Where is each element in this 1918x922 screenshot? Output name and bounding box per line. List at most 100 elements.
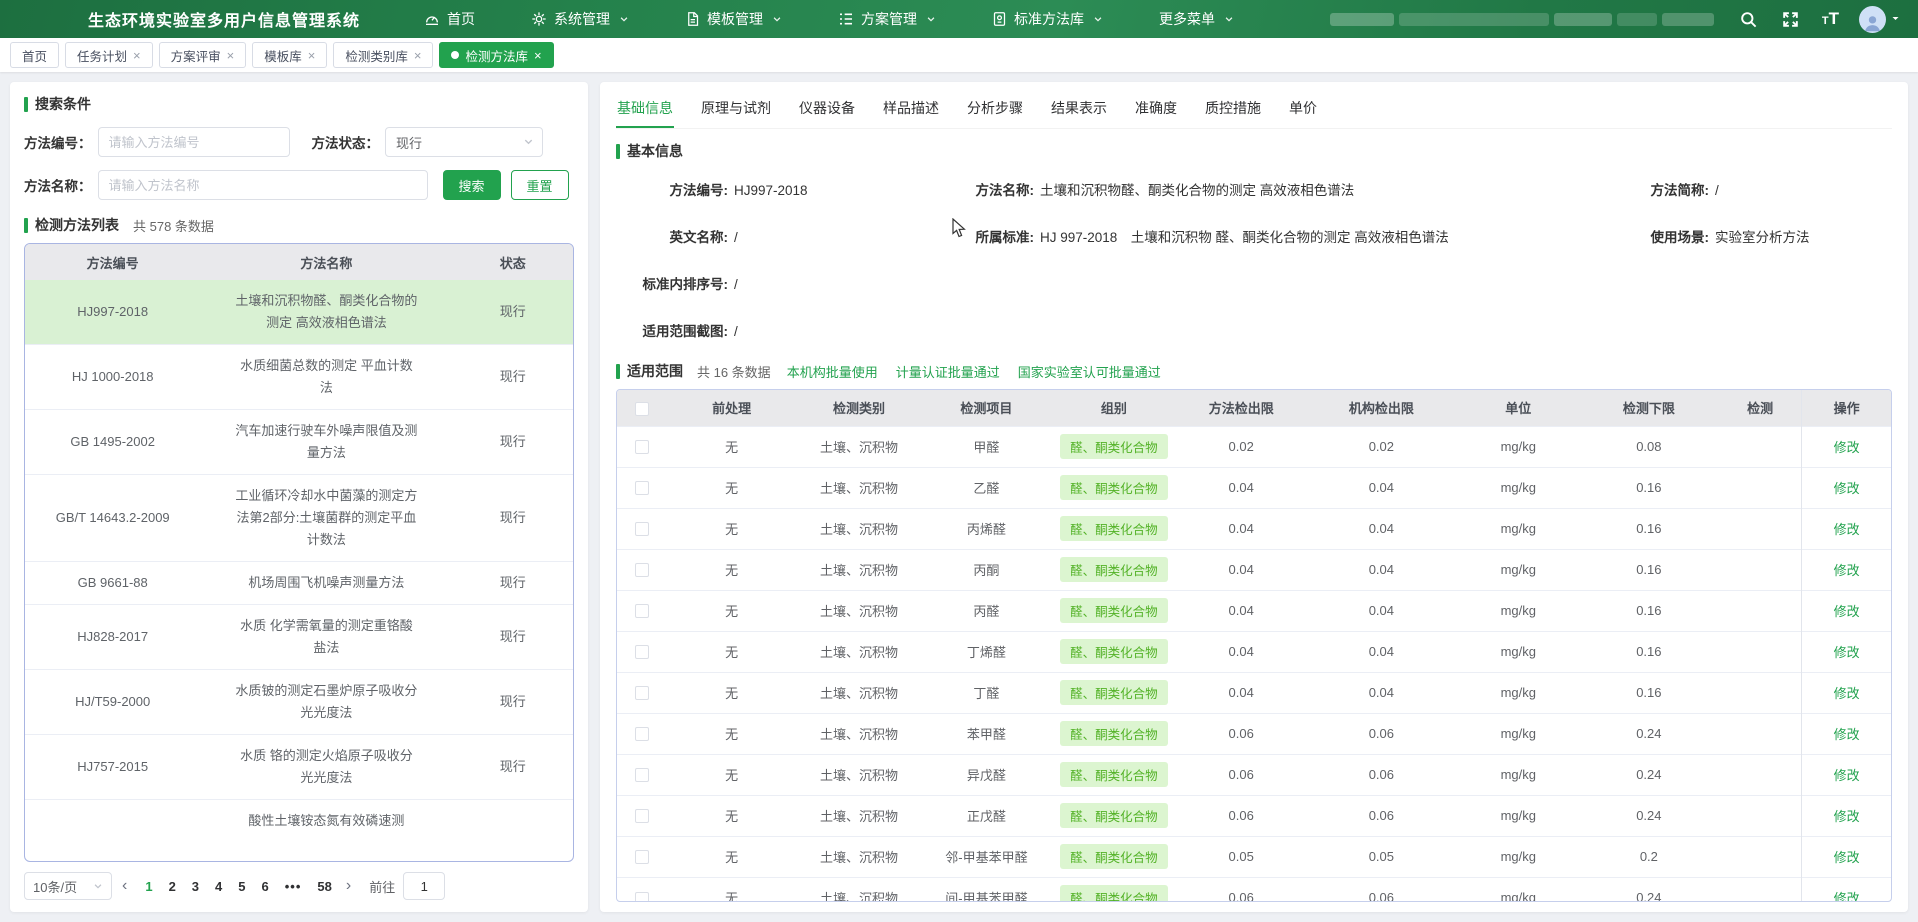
modify-link[interactable]: 修改 [1834, 645, 1860, 660]
method-name-label: 方法名称： [24, 175, 92, 195]
modify-link[interactable]: 修改 [1834, 768, 1860, 783]
select-all-checkbox[interactable] [635, 402, 649, 416]
modify-link[interactable]: 修改 [1834, 522, 1860, 537]
method-code-input[interactable] [98, 127, 290, 157]
scope-row: 无 土壤、沉积物 丙烯醛 醛、酮类化合物 0.04 0.04 mg/kg 0.1… [617, 508, 1891, 549]
page-number[interactable]: 6 [262, 879, 269, 894]
row-checkbox[interactable] [635, 768, 649, 782]
method-status-select[interactable]: 现行 [385, 127, 543, 157]
method-list-row[interactable]: HJ 1000-2018 水质细菌总数的测定 平血计数法 现行 [25, 345, 573, 410]
row-checkbox[interactable] [635, 892, 649, 902]
modify-link[interactable]: 修改 [1834, 850, 1860, 865]
row-checkbox[interactable] [635, 481, 649, 495]
detail-tab[interactable]: 分析步骤 [966, 92, 1024, 128]
user-menu[interactable] [1859, 6, 1900, 33]
menu-template[interactable]: 模板管理 [685, 9, 782, 29]
tab-close-icon[interactable]: × [534, 49, 542, 62]
modify-link[interactable]: 修改 [1834, 481, 1860, 496]
detail-tab[interactable]: 样品描述 [882, 92, 940, 128]
detail-tab[interactable]: 准确度 [1134, 92, 1178, 128]
goto-label: 前往 [369, 877, 395, 896]
field-method-name: 方法名称: 土壤和沉积物醛、酮类化合物的测定 高效液相色谱法 [970, 179, 1645, 199]
fullscreen-icon[interactable] [1780, 8, 1802, 30]
menu-standard-library[interactable]: 标准方法库 [992, 9, 1103, 29]
prev-page-icon[interactable]: ‹ [122, 878, 127, 894]
font-size-icon[interactable]: TT [1822, 9, 1839, 29]
method-list-row[interactable]: GB 9661-88 机场周围飞机噪声测量方法 现行 [25, 562, 573, 605]
page-number[interactable]: 5 [238, 879, 245, 894]
row-checkbox[interactable] [635, 440, 649, 454]
modify-link[interactable]: 修改 [1834, 563, 1860, 578]
modify-link[interactable]: 修改 [1834, 604, 1860, 619]
method-list-row[interactable]: HJ/T59-2000 水质铍的测定石墨炉原子吸收分光光度法 现行 [25, 670, 573, 735]
batch-use-link[interactable]: 本机构批量使用 [787, 362, 878, 381]
row-checkbox[interactable] [635, 522, 649, 536]
goto-page-input[interactable] [403, 872, 445, 900]
row-checkbox[interactable] [635, 809, 649, 823]
page-number[interactable]: 58 [317, 879, 331, 894]
menu-home[interactable]: 首页 [424, 9, 475, 29]
menu-plan[interactable]: 方案管理 [838, 9, 936, 29]
metrology-cert-link[interactable]: 计量认证批量通过 [896, 362, 1000, 381]
page-tab[interactable]: 首页 [10, 42, 59, 68]
group-badge: 醛、酮类化合物 [1060, 762, 1168, 787]
search-button[interactable]: 搜索 [443, 170, 501, 200]
method-list-row[interactable]: HJ997-2018 土壤和沉积物醛、酮类化合物的测定 高效液相色谱法 现行 [25, 280, 573, 345]
detail-tab[interactable]: 基础信息 [616, 92, 674, 128]
modify-link[interactable]: 修改 [1834, 727, 1860, 742]
pagination: 10条/页 ‹ 1 2 3 4 5 6 ••• 58 › 前往 [24, 872, 574, 900]
method-list-row[interactable]: GB 1495-2002 汽车加速行驶车外噪声限值及测量方法 现行 [25, 410, 573, 475]
row-checkbox[interactable] [635, 727, 649, 741]
detail-tab[interactable]: 仪器设备 [798, 92, 856, 128]
method-list-row[interactable]: HJ757-2015 水质 铬的测定火焰原子吸收分光光度法 现行 [25, 735, 573, 800]
col-header-item: 检测项目 [923, 390, 1050, 426]
scope-row: 无 土壤、沉积物 苯甲醛 醛、酮类化合物 0.06 0.06 mg/kg 0.2… [617, 713, 1891, 754]
modify-link[interactable]: 修改 [1834, 440, 1860, 455]
page-number[interactable]: 2 [169, 879, 176, 894]
page-tab[interactable]: 模板库 × [252, 42, 327, 68]
modify-link[interactable]: 修改 [1834, 891, 1860, 902]
tab-close-icon[interactable]: × [227, 49, 235, 62]
row-checkbox[interactable] [635, 563, 649, 577]
header-checkbox-cell [617, 390, 668, 426]
row-checkbox[interactable] [635, 645, 649, 659]
method-list-row[interactable]: 酸性土壤铵态氮有效磷速测 [25, 800, 573, 843]
menu-more[interactable]: 更多菜单 [1159, 9, 1234, 29]
group-badge: 醛、酮类化合物 [1060, 557, 1168, 582]
row-checkbox[interactable] [635, 686, 649, 700]
tab-close-icon[interactable]: × [133, 49, 141, 62]
method-name-input[interactable] [98, 170, 428, 200]
chevron-down-icon [1891, 10, 1900, 28]
page-size-select[interactable]: 10条/页 [24, 872, 112, 900]
reset-button[interactable]: 重置 [511, 170, 569, 200]
row-checkbox[interactable] [635, 604, 649, 618]
page-number[interactable]: 1 [145, 879, 152, 894]
page-tab[interactable]: 方案评审 × [159, 42, 247, 68]
method-list-row[interactable]: HJ828-2017 水质 化学需氧量的测定重铬酸盐法 现行 [25, 605, 573, 670]
tab-close-icon[interactable]: × [308, 49, 316, 62]
detail-tab[interactable]: 单价 [1288, 92, 1318, 128]
page-number[interactable]: ••• [285, 879, 302, 894]
next-page-icon[interactable]: › [346, 878, 351, 894]
modify-link[interactable]: 修改 [1834, 686, 1860, 701]
modify-link[interactable]: 修改 [1834, 809, 1860, 824]
menu-system[interactable]: 系统管理 [531, 9, 629, 29]
search-icon[interactable] [1738, 8, 1760, 30]
group-badge: 醛、酮类化合物 [1060, 434, 1168, 459]
page-number[interactable]: 4 [215, 879, 222, 894]
national-lab-link[interactable]: 国家实验室认可批量通过 [1018, 362, 1161, 381]
detail-tab[interactable]: 原理与试剂 [700, 92, 772, 128]
detail-tab[interactable]: 质控措施 [1204, 92, 1262, 128]
row-checkbox[interactable] [635, 850, 649, 864]
page-tab[interactable]: 检测类别库 × [333, 42, 433, 68]
page-tab[interactable]: 任务计划 × [65, 42, 153, 68]
chevron-down-icon [1093, 14, 1103, 24]
user-name-redacted [1330, 13, 1714, 26]
page-tab[interactable]: 检测方法库 × [439, 42, 553, 68]
search-section-title: 搜索条件 [24, 94, 574, 114]
tab-close-icon[interactable]: × [414, 49, 422, 62]
method-list-row[interactable]: GB/T 14643.2-2009 工业循环冷却水中菌藻的测定方法第2部分:土壤… [25, 475, 573, 562]
field-scene: 使用场景: 实验室分析方法 [1645, 226, 1892, 246]
page-number[interactable]: 3 [192, 879, 199, 894]
detail-tab[interactable]: 结果表示 [1050, 92, 1108, 128]
